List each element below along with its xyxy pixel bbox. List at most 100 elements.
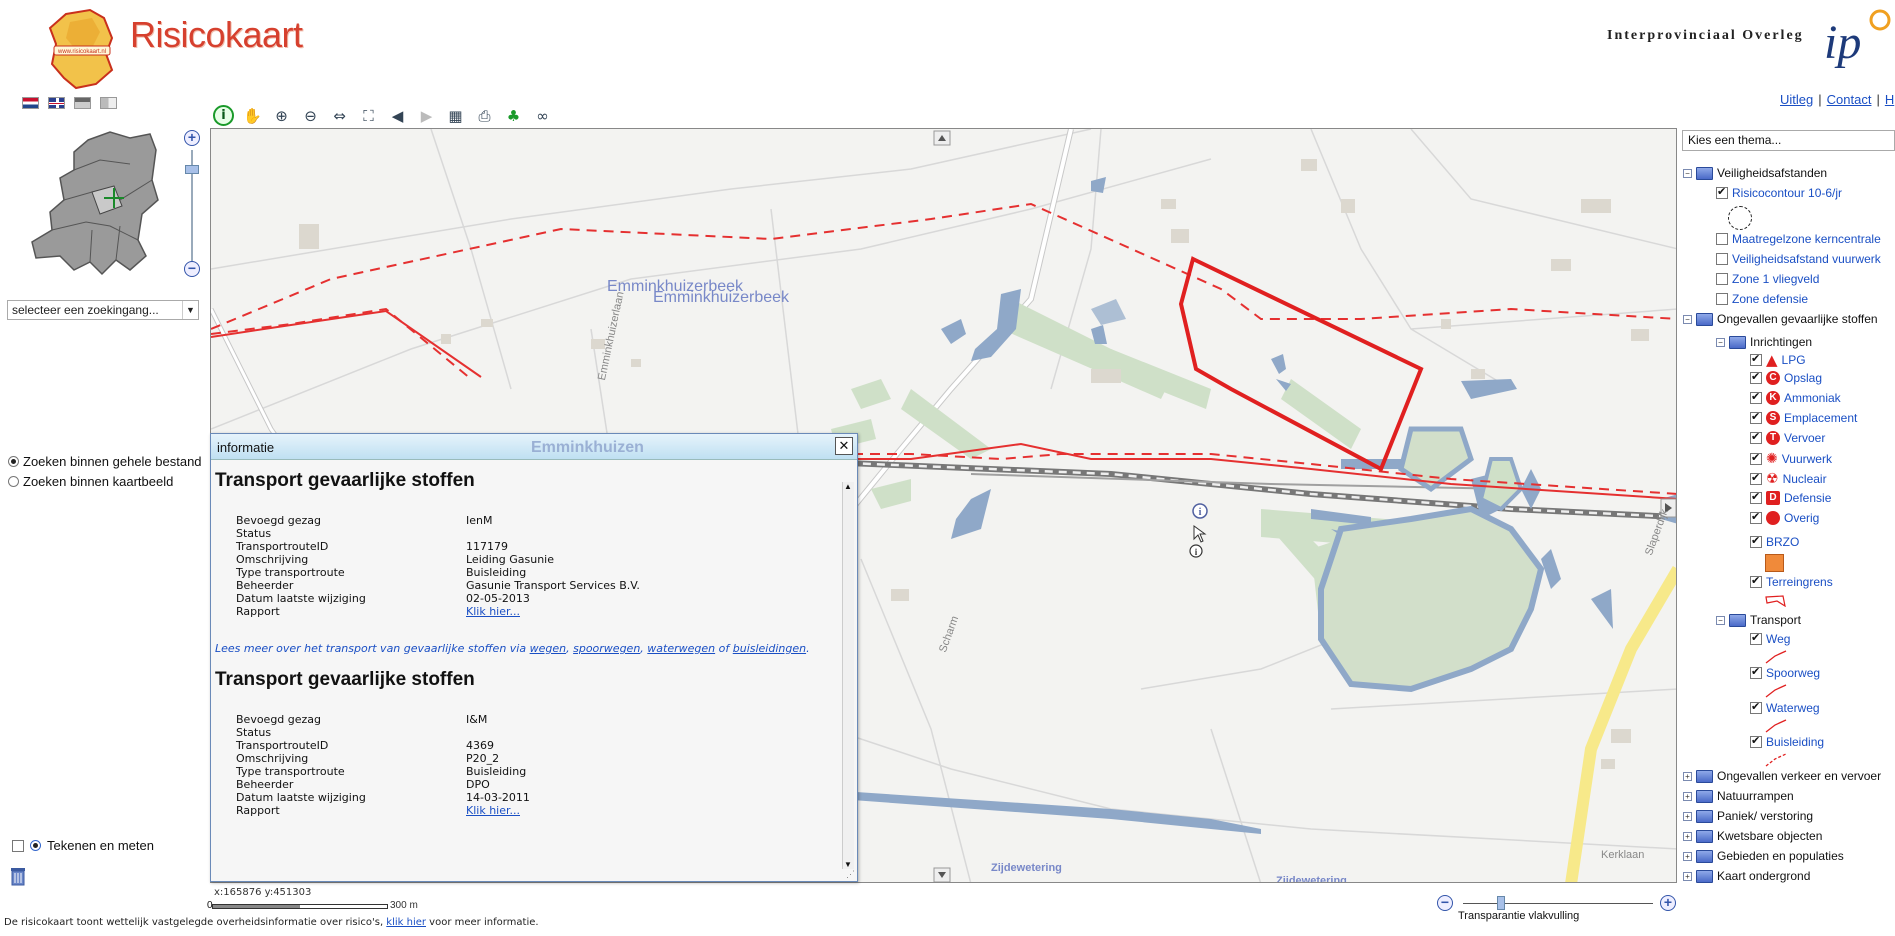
layer-nucleair[interactable]: ☢ Nucleair — [1750, 471, 1827, 487]
pan-hand-icon[interactable]: ✋ — [241, 104, 264, 127]
layer-label[interactable]: Overig — [1784, 511, 1819, 525]
layer-checkbox[interactable] — [1750, 370, 1762, 384]
previous-view-icon[interactable]: ◀ — [386, 104, 409, 127]
theme-group-kwetsbaar[interactable]: + Kwetsbare objecten — [1683, 829, 1822, 843]
layer-label[interactable]: Spoorweg — [1766, 666, 1820, 680]
layer-checkbox[interactable] — [1750, 574, 1762, 588]
radio-whole-dataset[interactable]: Zoeken binnen gehele bestand — [8, 451, 202, 471]
layer-label[interactable]: Risicocontour 10-6/jr — [1732, 186, 1842, 200]
theme-group-veiligheidsafstanden[interactable]: − Veiligheidsafstanden — [1683, 166, 1827, 180]
layer-vervoer[interactable]: T Vervoer — [1750, 430, 1825, 445]
transparency-handle[interactable] — [1497, 896, 1505, 910]
layer-label[interactable]: Vervoer — [1784, 431, 1825, 445]
layer-checkbox[interactable] — [1750, 471, 1762, 485]
layer-overig[interactable]: Overig — [1750, 510, 1819, 525]
link-icon[interactable]: ∞ — [531, 104, 554, 127]
layer-checkbox[interactable] — [1750, 451, 1762, 465]
theme-group-ondergrond[interactable]: + Kaart ondergrond — [1683, 869, 1810, 883]
clover-icon[interactable]: ♣ — [502, 104, 525, 127]
layer-checkbox[interactable] — [1716, 185, 1728, 199]
transparency-decrease-button[interactable]: − — [1437, 895, 1453, 911]
report-link[interactable]: Klik hier... — [466, 605, 520, 618]
theme-select[interactable]: Kies een thema... — [1682, 130, 1895, 151]
search-entry-select[interactable]: selecteer een zoekingang... ▼ — [7, 300, 199, 320]
close-icon[interactable]: ✕ — [835, 437, 853, 455]
layer-checkbox[interactable] — [1716, 293, 1728, 305]
layer-ammoniak[interactable]: K Ammoniak — [1750, 390, 1841, 405]
english-flag-icon[interactable] — [48, 97, 65, 109]
transparency-increase-button[interactable]: + — [1660, 895, 1676, 911]
layer-label[interactable]: Emplacement — [1784, 411, 1857, 425]
layer-vuurwerk[interactable]: ✺ Vuurwerk — [1750, 451, 1832, 467]
collapse-icon[interactable]: − — [1716, 337, 1725, 347]
report-link[interactable]: Klik hier... — [466, 804, 520, 817]
layer-lpg[interactable]: ▲ LPG — [1750, 351, 1806, 369]
layer-terreingrens[interactable]: Terreingrens — [1750, 574, 1833, 589]
layer-checkbox[interactable] — [1750, 352, 1762, 366]
layer-label[interactable]: Veiligheidsafstand vuurwerk — [1732, 252, 1881, 266]
layout-icon[interactable] — [100, 97, 117, 109]
layer-label[interactable]: BRZO — [1766, 535, 1799, 549]
radio-map-extent[interactable]: Zoeken binnen kaartbeeld — [8, 471, 202, 491]
draw-toggle[interactable] — [30, 840, 41, 851]
info-scrollbar[interactable]: ▲ ▼ — [842, 482, 854, 869]
info-panel-header[interactable]: informatie Emminkhuizen ✕ — [211, 434, 857, 460]
layer-checkbox[interactable] — [1750, 734, 1762, 748]
layer-maatregelzone[interactable]: Maatregelzone kerncentrale — [1716, 232, 1881, 246]
zoom-out-button[interactable]: − — [184, 261, 200, 277]
layer-checkbox[interactable] — [1750, 410, 1762, 424]
layer-checkbox[interactable] — [1750, 510, 1762, 524]
layer-label[interactable]: LPG — [1782, 353, 1806, 367]
zoom-out-icon[interactable]: ⊖ — [299, 104, 322, 127]
layer-weg[interactable]: Weg — [1750, 631, 1790, 646]
expand-icon[interactable]: + — [1683, 831, 1692, 841]
layer-checkbox[interactable] — [1750, 631, 1762, 645]
info-tool-icon[interactable]: i — [212, 104, 235, 127]
layer-opslag[interactable]: C Opslag — [1750, 370, 1822, 385]
layer-emplacement[interactable]: S Emplacement — [1750, 410, 1857, 425]
dutch-flag-icon[interactable] — [22, 97, 39, 109]
zoom-in-button[interactable]: + — [184, 130, 200, 146]
uitleg-link[interactable]: Uitleg — [1780, 92, 1813, 107]
radio-dot[interactable] — [8, 455, 19, 467]
layer-label[interactable]: Terreingrens — [1766, 575, 1833, 589]
draw-checkbox[interactable] — [12, 839, 24, 852]
theme-group-inrichtingen[interactable]: − Inrichtingen — [1716, 335, 1812, 349]
layer-label[interactable]: Zone defensie — [1732, 292, 1808, 306]
layer-spoorweg[interactable]: Spoorweg — [1750, 665, 1820, 680]
expand-icon[interactable]: + — [1683, 771, 1692, 781]
theme-group-transport[interactable]: − Transport — [1716, 613, 1801, 627]
layer-checkbox[interactable] — [1716, 273, 1728, 285]
layer-checkbox[interactable] — [1750, 390, 1762, 404]
theme-group-natuurrampen[interactable]: + Natuurrampen — [1683, 789, 1794, 803]
collapse-icon[interactable]: − — [1683, 314, 1692, 324]
expand-icon[interactable]: + — [1683, 791, 1692, 801]
resize-grip-icon[interactable]: ⋰ — [846, 869, 855, 880]
layer-label[interactable]: Opslag — [1784, 371, 1822, 385]
collapse-icon[interactable]: − — [1716, 615, 1725, 625]
layer-label[interactable]: Maatregelzone kerncentrale — [1732, 232, 1881, 246]
contact-link[interactable]: Contact — [1827, 92, 1872, 107]
layer-checkbox[interactable] — [1750, 700, 1762, 714]
trash-icon[interactable] — [9, 864, 27, 886]
radio-dot[interactable] — [8, 475, 19, 487]
layer-label[interactable]: Buisleiding — [1766, 735, 1824, 749]
footer-link[interactable]: klik hier — [386, 917, 426, 928]
layer-checkbox[interactable] — [1750, 534, 1762, 548]
expand-icon[interactable]: + — [1683, 871, 1692, 881]
waterwegen-link[interactable]: waterwegen — [647, 642, 715, 655]
theme-group-verkeer[interactable]: + Ongevallen verkeer en vervoer — [1683, 769, 1881, 783]
zoom-handle[interactable] — [185, 165, 199, 174]
layer-checkbox[interactable] — [1716, 233, 1728, 245]
layer-label[interactable]: Zone 1 vliegveld — [1732, 272, 1819, 286]
full-extent-icon[interactable]: ⛶ — [357, 104, 380, 127]
layer-brzo[interactable]: BRZO — [1750, 534, 1799, 549]
buisleidingen-link[interactable]: buisleidingen — [733, 642, 806, 655]
layer-checkbox[interactable] — [1750, 490, 1762, 504]
collapse-icon[interactable]: − — [1683, 168, 1692, 178]
print-flag-icon[interactable] — [74, 97, 91, 109]
spoorwegen-link[interactable]: spoorwegen — [573, 642, 640, 655]
layer-zone-defensie[interactable]: Zone defensie — [1716, 292, 1808, 306]
layer-label[interactable]: Ammoniak — [1784, 391, 1841, 405]
layer-label[interactable]: Nucleair — [1783, 472, 1827, 486]
